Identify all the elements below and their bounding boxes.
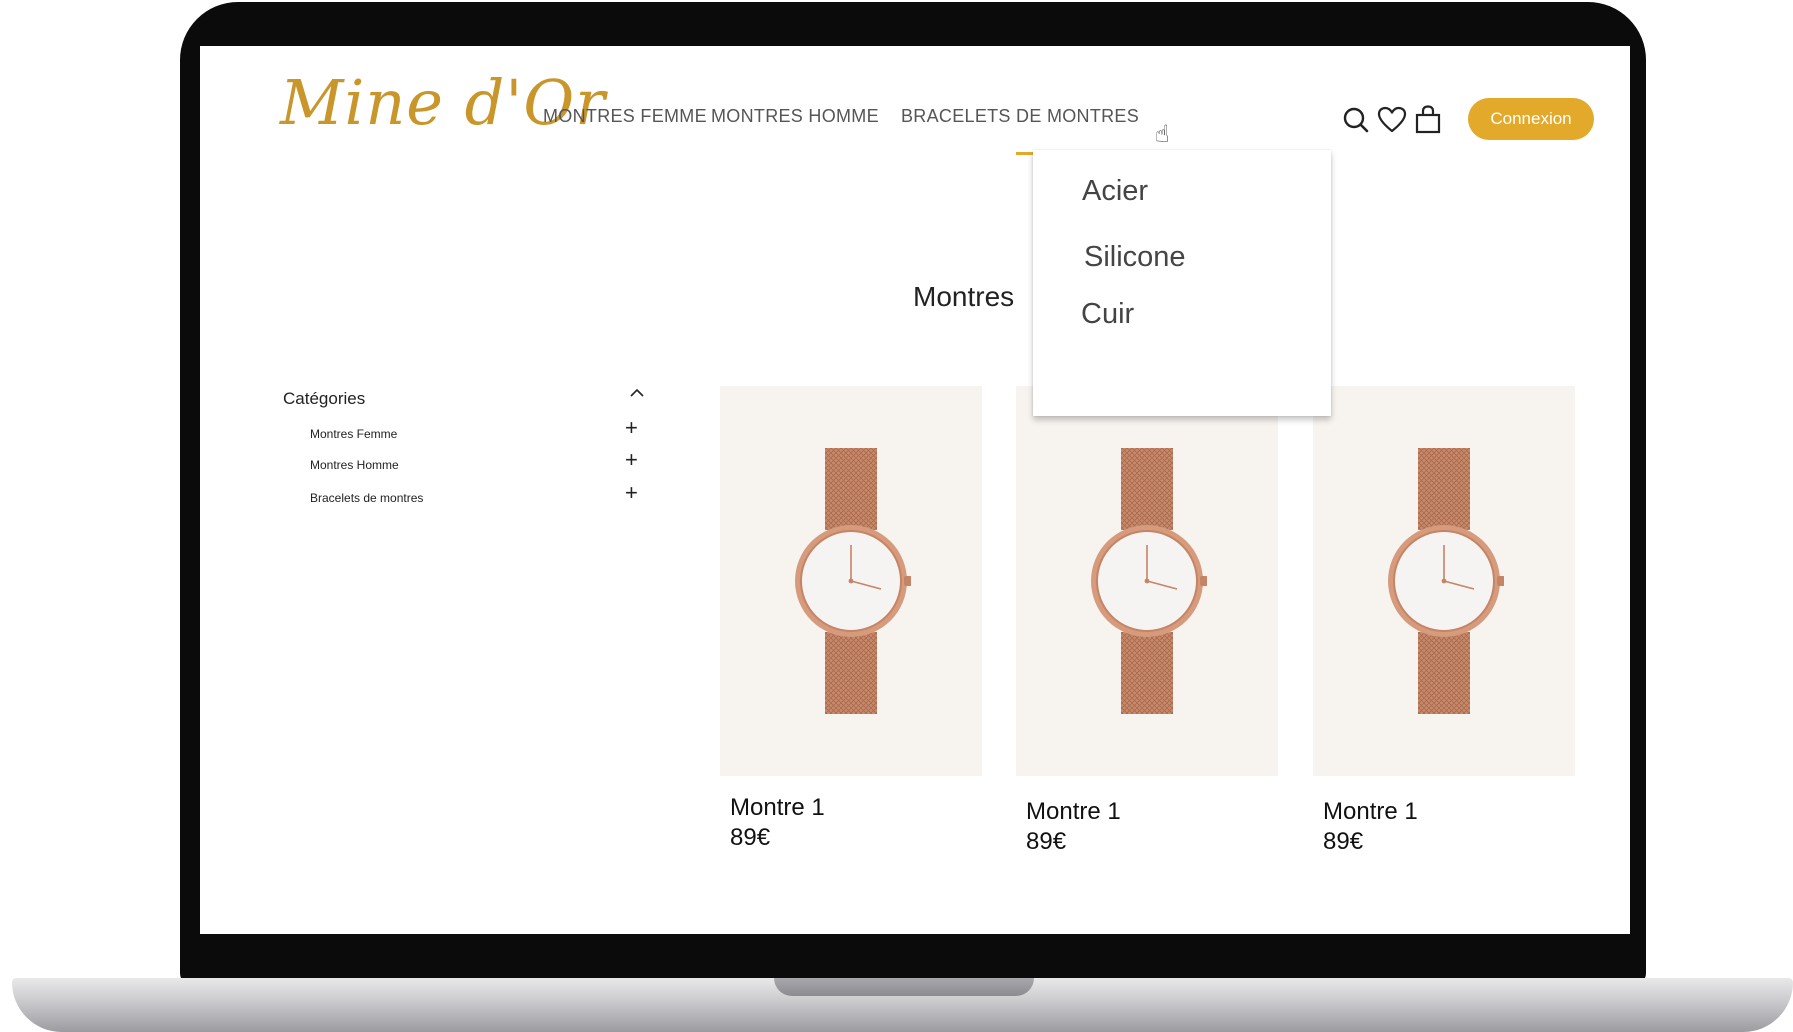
category-item-montres-femme[interactable]: Montres Femme bbox=[310, 427, 397, 441]
watch-icon bbox=[1388, 448, 1504, 714]
hand-cursor-icon: ☝ bbox=[1155, 121, 1170, 148]
page-title: Montres bbox=[913, 281, 1015, 312]
dropdown-item-cuir[interactable]: Cuir bbox=[1081, 298, 1134, 331]
product-price: 89€ bbox=[1323, 828, 1364, 855]
expand-plus-icon[interactable]: + bbox=[625, 417, 638, 439]
product-image[interactable] bbox=[720, 386, 982, 776]
product-name: Montre 1 bbox=[1323, 798, 1418, 825]
expand-plus-icon[interactable]: + bbox=[625, 449, 638, 471]
brand-logo[interactable]: Mine d'Or bbox=[280, 66, 606, 139]
laptop-hinge-notch bbox=[774, 978, 1034, 996]
login-button[interactable]: Connexion bbox=[1468, 98, 1594, 140]
product-name: Montre 1 bbox=[730, 794, 825, 821]
product-image[interactable] bbox=[1016, 386, 1278, 776]
category-item-montres-homme[interactable]: Montres Homme bbox=[310, 458, 399, 472]
nav-item-montres-homme[interactable]: MONTRES HOMME bbox=[711, 106, 879, 127]
product-card[interactable]: Montre 1 89€ bbox=[720, 386, 982, 851]
chevron-up-icon[interactable] bbox=[628, 384, 646, 402]
categories-heading: Catégories bbox=[283, 389, 366, 408]
search-icon[interactable] bbox=[1340, 104, 1372, 136]
product-name: Montre 1 bbox=[1026, 798, 1121, 825]
laptop-screen: Mine d'Or MONTRES FEMME MONTRES HOMME BR… bbox=[200, 46, 1630, 934]
bag-icon[interactable] bbox=[1412, 104, 1444, 136]
product-image[interactable] bbox=[1313, 386, 1575, 776]
nav-item-montres-femme[interactable]: MONTRES FEMME bbox=[543, 106, 707, 127]
category-item-bracelets-de-montres[interactable]: Bracelets de montres bbox=[310, 491, 423, 505]
expand-plus-icon[interactable]: + bbox=[625, 482, 638, 504]
product-card[interactable]: Montre 1 89€ bbox=[1313, 386, 1575, 855]
bracelets-dropdown-menu: Acier Silicone Cuir bbox=[1033, 150, 1331, 416]
heart-icon[interactable] bbox=[1376, 104, 1408, 136]
product-card[interactable]: Montre 1 89€ bbox=[1016, 386, 1278, 855]
dropdown-item-silicone[interactable]: Silicone bbox=[1084, 241, 1186, 274]
watch-icon bbox=[795, 448, 911, 714]
product-price: 89€ bbox=[730, 824, 771, 851]
nav-item-bracelets-de-montres[interactable]: BRACELETS DE MONTRES bbox=[901, 106, 1139, 127]
dropdown-item-acier[interactable]: Acier bbox=[1082, 175, 1148, 208]
watch-icon bbox=[1091, 448, 1207, 714]
product-price: 89€ bbox=[1026, 828, 1067, 855]
